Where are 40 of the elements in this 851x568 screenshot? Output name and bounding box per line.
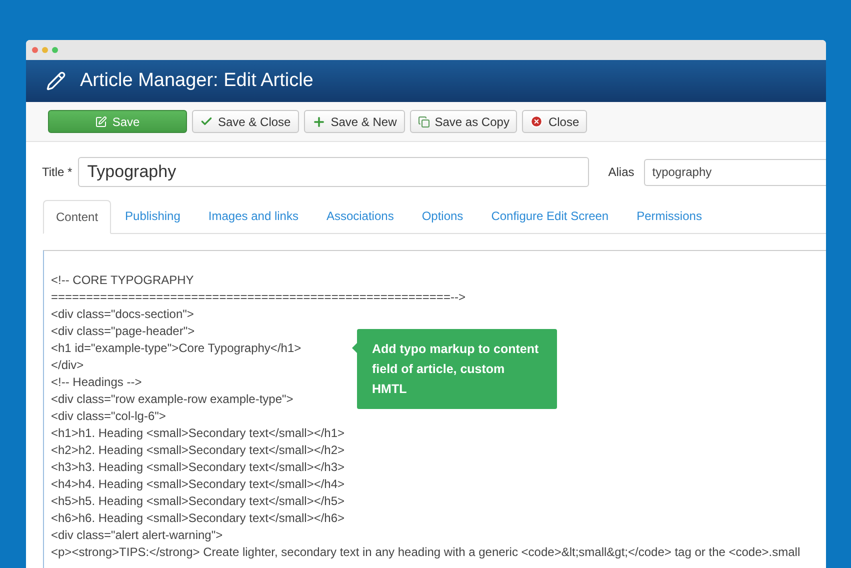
code-line: <div class="col-lg-6"> — [51, 408, 166, 425]
title-input-field[interactable]: Typography — [78, 157, 590, 187]
code-line: <h1>h1. Heading <small>Secondary text</small></h1> — [51, 425, 345, 442]
toolbar-button[interactable]: Save & New — [304, 110, 405, 133]
close-icon — [530, 115, 544, 128]
tab[interactable]: Images and links — [194, 199, 312, 233]
code-line: <h2>h2. Heading <small>Secondary text</small></h2> — [51, 442, 345, 459]
tooltip-text: Add typo markup to content field of article, custom HMTL — [372, 342, 539, 396]
code-line: =========================================================--> — [51, 289, 466, 306]
toolbar-button[interactable]: Save as Copy — [410, 110, 518, 133]
code-line: <!-- CORE TYPOGRAPHY — [51, 272, 194, 289]
code-line: <h1 id="example-type">Core Typography</h1> — [51, 340, 302, 357]
code-line: <h3>h3. Heading <small>Secondary text</small></h3> — [51, 459, 345, 476]
code-line: <h4>h4. Heading <small>Secondary text</small></h4> — [51, 476, 345, 493]
field-label: Title * — [42, 164, 72, 181]
code-line: <div class="docs-section"> — [51, 306, 194, 323]
check-icon — [200, 115, 213, 128]
tab[interactable]: Configure Edit Screen — [477, 199, 623, 233]
copy-icon — [418, 116, 430, 128]
code-line: <h5>h5. Heading <small>Secondary text</small></h5> — [51, 493, 345, 510]
code-line: </div> — [51, 357, 84, 374]
code-line: <!-- Headings --> — [51, 374, 142, 391]
edit-icon — [95, 116, 108, 128]
pencil-icon — [46, 71, 66, 91]
plus-icon — [312, 114, 326, 128]
page-title: Article Manager: Edit Article — [80, 68, 314, 93]
tab[interactable]: Publishing — [111, 199, 194, 233]
field-label: Alias — [608, 164, 634, 181]
code-line: <div class="alert alert-warning"> — [51, 527, 223, 544]
code-line: <h6>h6. Heading <small>Secondary text</small></h6> — [51, 510, 345, 527]
tab[interactable]: Associations — [312, 199, 408, 233]
tab[interactable]: Options — [408, 199, 478, 233]
toolbar-button[interactable]: Close — [522, 110, 588, 133]
toolbar-button[interactable]: Save & Close — [192, 110, 299, 133]
tab[interactable]: Content — [43, 200, 112, 234]
code-line: <p><strong>TIPS:</strong> Create lighter, secondary text in any heading with a generic <code>&lt;small&gt;</code> tag or the <code>.small — [51, 544, 800, 561]
alias-input-field[interactable]: typography — [644, 158, 826, 186]
code-line: <div class="page-header"> — [51, 323, 195, 340]
tab[interactable]: Permissions — [622, 199, 716, 233]
code-line: <div class="row example-row example-type"> — [51, 391, 294, 408]
